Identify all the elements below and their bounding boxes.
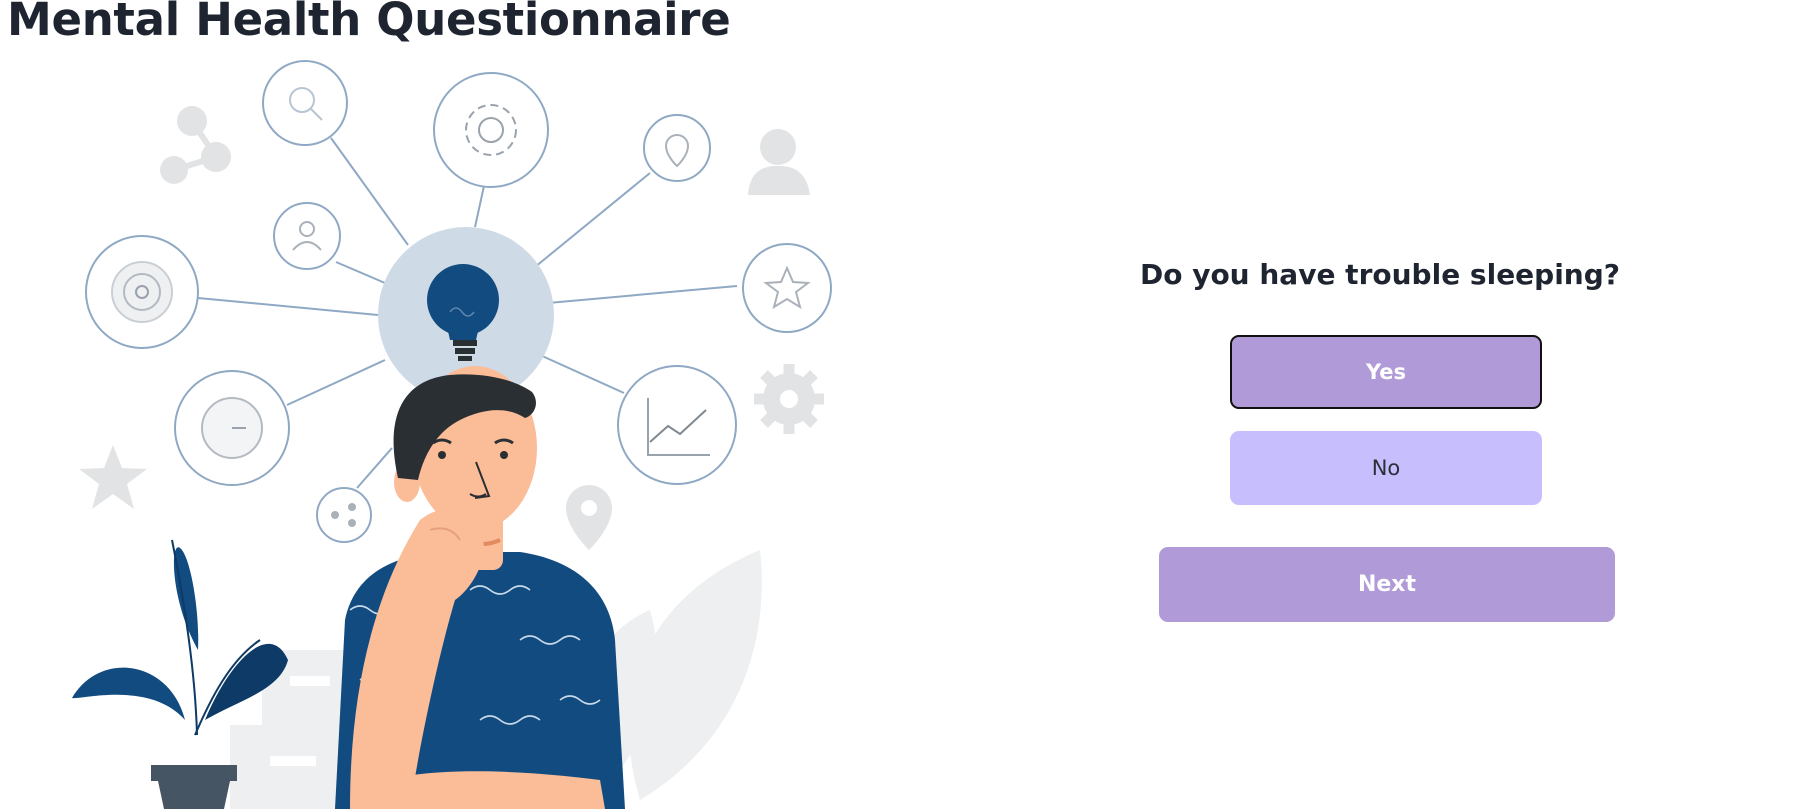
answer-yes-button[interactable]: Yes [1230,335,1542,409]
clock-icon [174,370,290,486]
location-pin-icon [643,114,711,182]
search-icon [262,60,348,146]
star-outline-icon [742,243,832,333]
person-silhouette-icon [748,129,810,195]
settings-gear-icon [433,72,549,188]
next-button[interactable]: Next [1159,547,1615,622]
thinking-person [335,366,625,809]
page-title: Mental Health Questionnaire [7,0,731,46]
share-nodes-icon [160,106,231,184]
question-text: Do you have trouble sleeping? [1139,258,1621,291]
map-pin-icon [566,485,612,550]
share-icon [316,487,372,543]
thinking-person-illustration [72,60,832,809]
trend-chart-icon [617,365,737,485]
star-icon [79,445,147,509]
user-profile-icon [273,202,341,270]
answer-no-button[interactable]: No [1230,431,1542,505]
gear-icon [754,364,824,434]
target-icon [85,235,199,349]
